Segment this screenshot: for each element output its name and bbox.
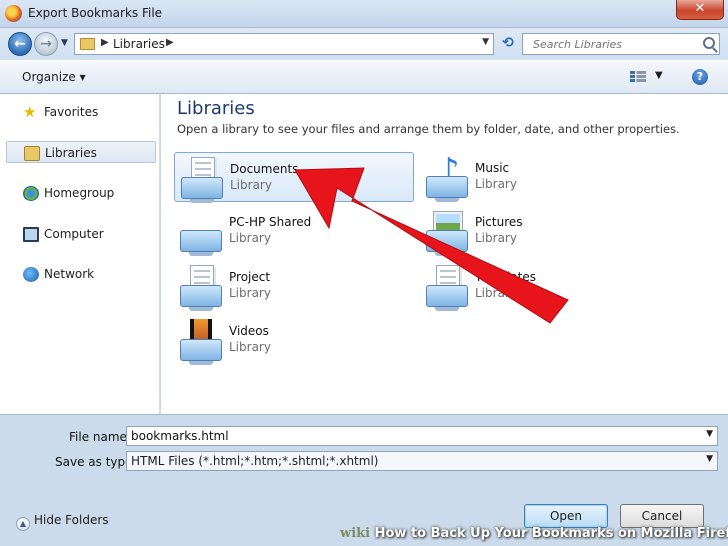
computer-icon [23, 227, 39, 242]
nav-item-label: Libraries [45, 146, 97, 160]
arrow-right-icon: → [40, 36, 52, 52]
library-type: Library [229, 231, 271, 245]
save-type-select[interactable]: HTML Files (*.html;*.htm;*.shtml;*.xhtml… [126, 451, 718, 471]
breadcrumb-separator-icon[interactable]: ▶ [101, 37, 109, 48]
close-button[interactable]: ✕ [676, 0, 724, 20]
content-pane: Libraries Open a library to see your fil… [161, 94, 728, 414]
shared-library-icon [178, 208, 224, 256]
library-name: Project [229, 270, 271, 284]
library-pictures[interactable]: Pictures Library [420, 206, 660, 256]
chevron-down-icon[interactable]: ▼ [706, 454, 713, 464]
library-name: Templates [475, 270, 537, 284]
forward-button[interactable]: → [34, 32, 58, 56]
nav-item-favorites[interactable]: ★ Favorites [6, 101, 156, 123]
music-library-icon: ♪ [424, 154, 470, 202]
address-bar[interactable]: ▶ Libraries ▶ ▼ [74, 33, 494, 55]
watermark-brand: wiki [340, 526, 371, 541]
library-type: Library [229, 286, 271, 300]
templates-library-icon [424, 263, 470, 311]
library-name: PC-HP Shared [229, 215, 312, 229]
refresh-button[interactable]: ⟲ [497, 33, 519, 55]
save-type-value: HTML Files (*.html;*.htm;*.shtml;*.xhtml… [131, 454, 379, 468]
filename-input[interactable] [127, 427, 687, 445]
view-options-chevron-icon[interactable]: ▼ [655, 70, 663, 81]
homegroup-icon [23, 186, 39, 201]
address-row: ← → ▼ ▶ Libraries ▶ ▼ ⟲ [0, 28, 728, 60]
arrow-left-icon: ← [14, 36, 26, 52]
organize-button[interactable]: Organize ▾ [22, 70, 86, 84]
toolbar: Organize ▾ ▼ ? [0, 60, 728, 94]
firefox-icon [5, 5, 22, 22]
chevron-down-icon: ▼ [61, 38, 68, 48]
library-type: Library [475, 286, 517, 300]
library-type: Library [475, 177, 517, 191]
nav-item-label: Homegroup [44, 186, 115, 200]
title-bar: Export Bookmarks File ✕ [0, 0, 728, 28]
library-type: Library [230, 178, 272, 192]
videos-library-icon [178, 317, 224, 365]
library-videos[interactable]: Videos Library [174, 315, 414, 365]
libraries-icon [24, 146, 40, 161]
nav-item-label: Computer [44, 227, 104, 241]
page-subtitle: Open a library to see your files and arr… [177, 122, 680, 136]
page-title: Libraries [177, 98, 255, 119]
breadcrumb-libraries[interactable]: Libraries [113, 37, 165, 51]
chevron-down-icon[interactable]: ▼ [482, 37, 489, 47]
project-library-icon [178, 263, 224, 311]
library-type: Library [475, 231, 517, 245]
filename-label: File name: [69, 430, 131, 444]
library-templates[interactable]: Templates Library [420, 261, 660, 311]
libraries-folder-icon [80, 38, 95, 50]
change-view-icon[interactable] [630, 70, 646, 84]
nav-item-homegroup[interactable]: Homegroup [6, 182, 156, 204]
library-pc-hp-shared[interactable]: PC-HP Shared Library [174, 206, 414, 256]
nav-item-label: Favorites [44, 105, 99, 119]
search-icon[interactable] [703, 37, 715, 49]
library-name: Pictures [475, 215, 523, 229]
wikihow-watermark: wiki How to Back Up Your Bookmarks on Mo… [340, 526, 728, 546]
chevron-down-icon[interactable]: ▼ [706, 429, 713, 439]
save-type-label: Save as type: [55, 455, 137, 469]
star-icon: ★ [23, 103, 37, 121]
refresh-icon: ⟲ [502, 35, 514, 51]
back-button[interactable]: ← [8, 32, 32, 56]
help-button[interactable]: ? [692, 69, 708, 85]
nav-item-network[interactable]: Network [6, 263, 156, 285]
search-input[interactable] [523, 34, 699, 54]
recent-pages-dropdown[interactable]: ▼ [61, 38, 68, 48]
library-name: Documents [230, 162, 299, 176]
nav-item-computer[interactable]: Computer [6, 223, 156, 245]
library-project[interactable]: Project Library [174, 261, 414, 311]
library-type: Library [229, 340, 271, 354]
search-box[interactable] [522, 33, 720, 55]
pictures-library-icon [424, 208, 470, 256]
cancel-button[interactable]: Cancel [620, 504, 704, 528]
documents-library-icon [179, 155, 225, 203]
library-documents[interactable]: Documents Library [174, 152, 414, 203]
chevron-up-icon: ▲ [16, 517, 30, 531]
watermark-text: How to Back Up Your Bookmarks on Mozilla… [374, 526, 728, 541]
hide-folders-toggle[interactable]: ▲ Hide Folders [16, 513, 109, 531]
nav-item-libraries[interactable]: Libraries [6, 141, 156, 163]
hide-folders-label: Hide Folders [34, 513, 109, 527]
filename-field[interactable]: ▼ [126, 426, 718, 446]
navigation-pane: ★ Favorites Libraries Homegroup Computer… [0, 94, 160, 414]
open-button[interactable]: Open [524, 504, 608, 528]
library-name: Music [475, 161, 510, 175]
breadcrumb-separator-icon[interactable]: ▶ [166, 37, 174, 48]
nav-item-label: Network [44, 267, 95, 281]
library-music[interactable]: ♪ Music Library [420, 152, 660, 202]
window-title: Export Bookmarks File [28, 6, 163, 20]
network-icon [23, 267, 39, 282]
library-name: Videos [229, 324, 269, 338]
